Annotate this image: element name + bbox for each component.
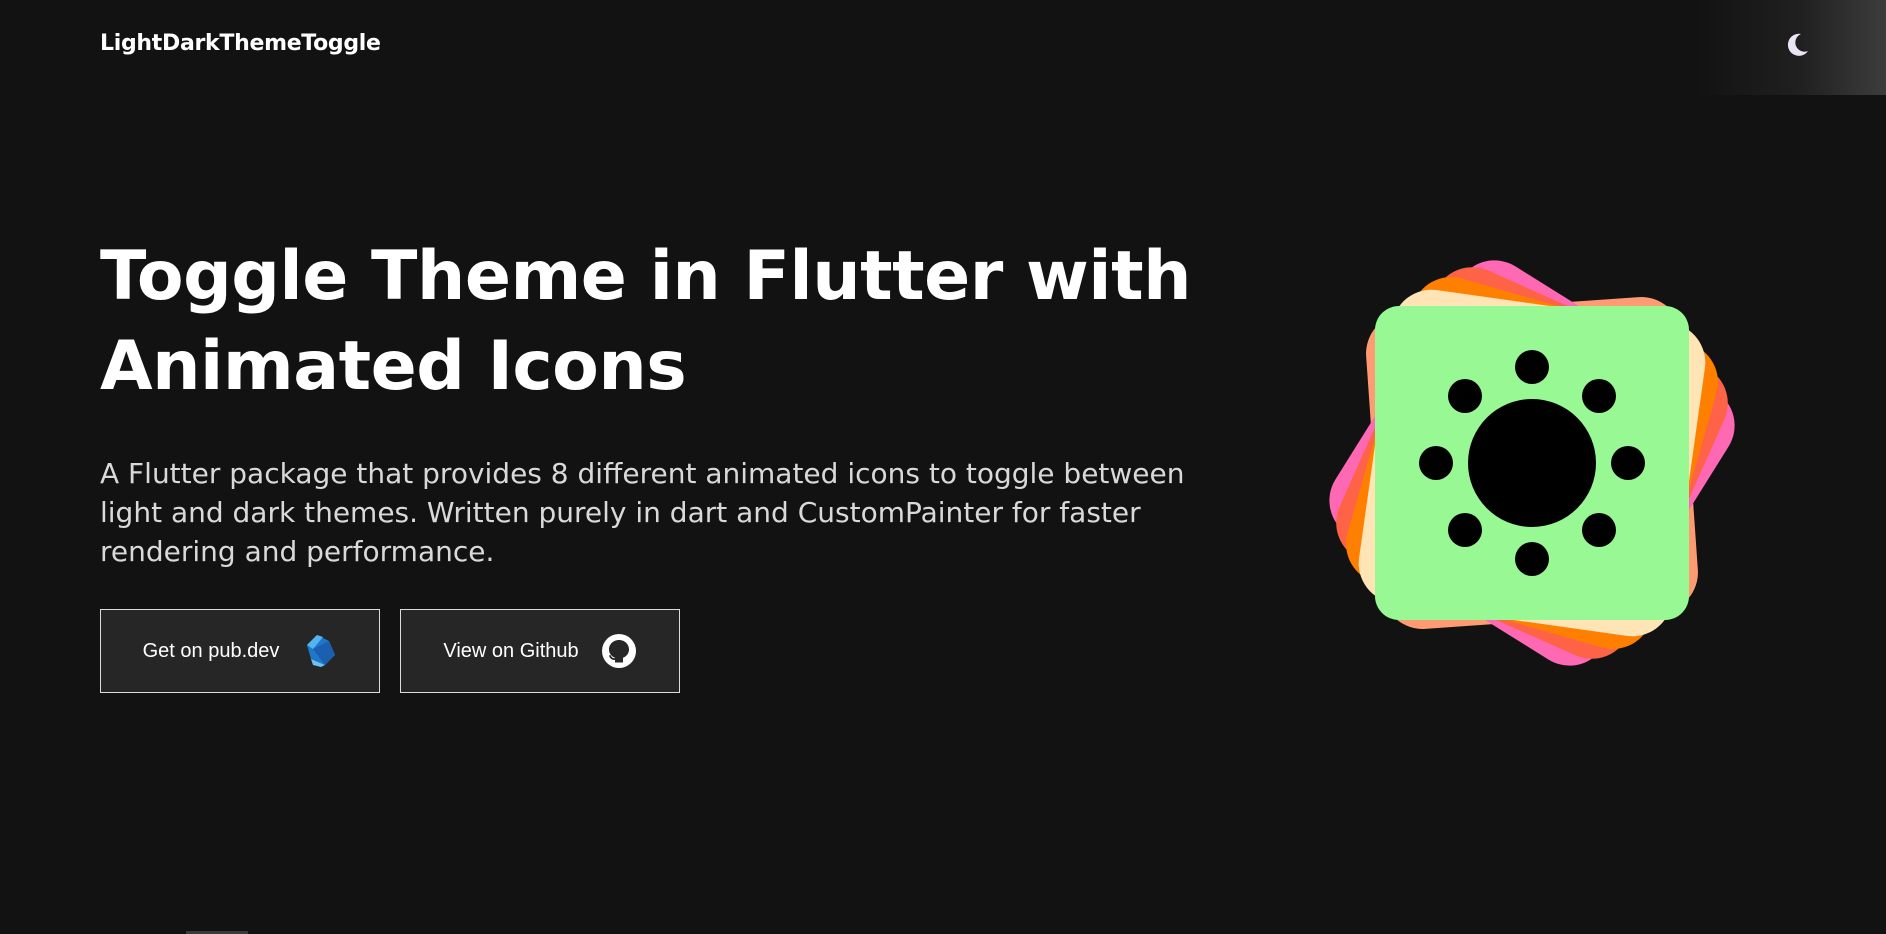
brand-logo-text[interactable]: LightDarkThemeToggle [100, 31, 381, 56]
dart-logo-icon [301, 633, 337, 669]
animated-icon-illustration [1322, 253, 1742, 673]
view-on-github-button[interactable]: View on Github [400, 609, 680, 693]
pubdev-button-label: Get on pub.dev [142, 639, 280, 662]
hero-description: A Flutter package that provides 8 differ… [100, 457, 1185, 568]
top-nav: LightDarkThemeToggle [0, 0, 1886, 95]
github-button-label: View on Github [443, 639, 579, 662]
hero-section: Toggle Theme in Flutter with Animated Ic… [100, 232, 1200, 571]
hero-title: Toggle Theme in Flutter with Animated Ic… [100, 237, 1192, 406]
moon-icon [1787, 33, 1808, 56]
cta-buttons: Get on pub.dev View on Github [100, 609, 680, 693]
theme-toggle-button[interactable] [1782, 30, 1812, 60]
page: LightDarkThemeToggle Toggle Theme in Flu… [0, 0, 1886, 934]
github-icon [601, 633, 637, 669]
get-on-pubdev-button[interactable]: Get on pub.dev [100, 609, 380, 693]
